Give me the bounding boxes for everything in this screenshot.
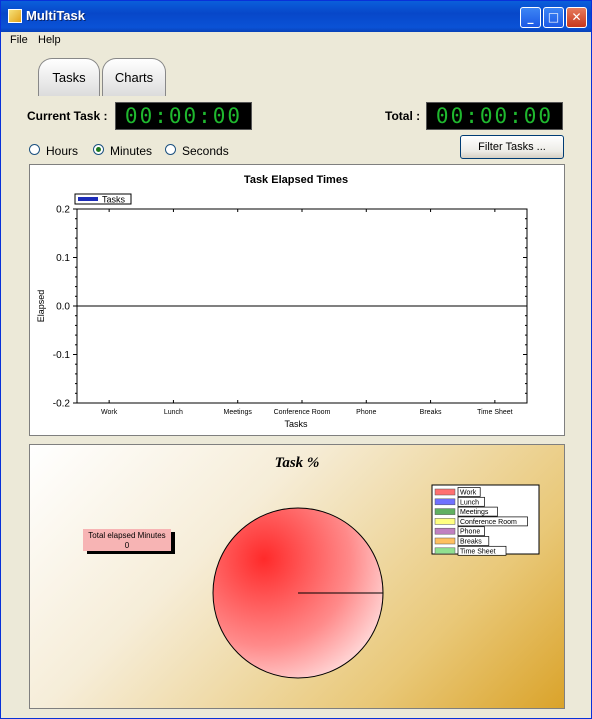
title-bar[interactable]: MultiTask _ □ ✕ [1, 1, 591, 32]
pie-legend: Work Lunch Meetings Conference Room Phone Bre… [431, 484, 540, 556]
filter-tasks-button[interactable]: Filter Tasks ... [460, 135, 564, 159]
x-tick-label: Conference Room [274, 409, 331, 416]
pie-legend-label: Time Sheet [460, 548, 496, 555]
x-tick-label: Breaks [420, 409, 442, 416]
bar-chart-legend: Tasks [74, 193, 132, 205]
x-tick-label: Meetings [224, 409, 253, 416]
bar-chart: Task Elapsed Times Tasks 0.2 0.1 0.0 -0.1 -0… [36, 174, 528, 429]
pie-legend-label: Conference Room [460, 519, 517, 526]
current-task-timer-value: 00:00:00 [124, 104, 243, 128]
x-tick-label: Work [101, 409, 118, 416]
pie-legend-label: Work [460, 490, 477, 497]
y-tick-label: -0.2 [53, 399, 71, 410]
current-task-label: Current Task : [27, 109, 108, 123]
pie-legend-swatch [434, 537, 456, 545]
y-tick-label: 0.2 [56, 205, 70, 216]
pie-chart-title: Task % [275, 455, 320, 471]
legend-label: Tasks [102, 195, 126, 205]
app-window: MultiTask _ □ ✕ File Help Tasks Charts C… [0, 0, 592, 719]
y-tick-label: -0.1 [53, 350, 71, 361]
y-axis-label: Elapsed [36, 290, 46, 323]
bar-chart-panel: Task Elapsed Times Tasks 0.2 0.1 0.0 -0.1 -0… [29, 164, 565, 436]
pie-chart: Task % Total elapsed Minutes 0 Work Lunch… [83, 455, 540, 679]
pie-legend-label: Meetings [460, 509, 489, 516]
pie-slices [212, 507, 384, 679]
radio-hours[interactable] [29, 144, 40, 155]
radio-selected-dot [96, 147, 101, 152]
total-timer: 00:00:00 [426, 102, 563, 130]
radio-minutes-label[interactable]: Minutes [110, 144, 152, 158]
radio-seconds[interactable] [165, 144, 176, 155]
minimize-button[interactable]: _ [520, 7, 541, 28]
x-tick-label: Time Sheet [477, 409, 513, 416]
pie-legend-label: Lunch [460, 499, 479, 506]
tab-charts[interactable]: Charts [102, 58, 166, 96]
y-tick-label: 0.0 [56, 302, 70, 313]
radio-seconds-label[interactable]: Seconds [182, 144, 229, 158]
bar-chart-title: Task Elapsed Times [244, 174, 348, 186]
app-icon[interactable] [8, 9, 22, 23]
pie-chart-panel: Task % Total elapsed Minutes 0 Work Lunch… [29, 444, 565, 709]
menu-file[interactable]: File [10, 34, 28, 46]
pie-legend-swatch [434, 488, 456, 496]
window-title: MultiTask [26, 8, 85, 23]
current-task-timer: 00:00:00 [115, 102, 252, 130]
total-timer-value: 00:00:00 [435, 104, 554, 128]
x-tick-label: Phone [356, 409, 376, 416]
pie-legend-swatch [434, 547, 456, 555]
menu-help[interactable]: Help [38, 34, 61, 46]
total-label: Total : [385, 109, 421, 123]
maximize-button[interactable]: □ [543, 7, 564, 28]
legend-swatch [78, 197, 98, 201]
y-tick-label: 0.1 [56, 253, 70, 264]
close-button[interactable]: ✕ [566, 7, 587, 28]
tab-tasks[interactable]: Tasks [38, 58, 100, 96]
x-axis-label: Tasks [284, 419, 308, 429]
radio-hours-label[interactable]: Hours [46, 144, 78, 158]
pie-legend-swatch [434, 508, 456, 515]
pie-legend-swatch [434, 518, 456, 525]
radio-minutes[interactable] [93, 144, 104, 155]
pie-legend-swatch [434, 527, 456, 535]
total-elapsed-label: Total elapsed Minutes [88, 531, 165, 540]
pie-legend-swatch [434, 498, 456, 506]
pie-legend-label: Phone [460, 529, 480, 536]
pie-legend-label: Breaks [460, 539, 482, 546]
x-tick-label: Lunch [164, 409, 183, 416]
total-elapsed-value: 0 [125, 541, 130, 550]
menu-bar: File Help [1, 32, 591, 50]
total-elapsed-box: Total elapsed Minutes 0 [83, 529, 175, 554]
